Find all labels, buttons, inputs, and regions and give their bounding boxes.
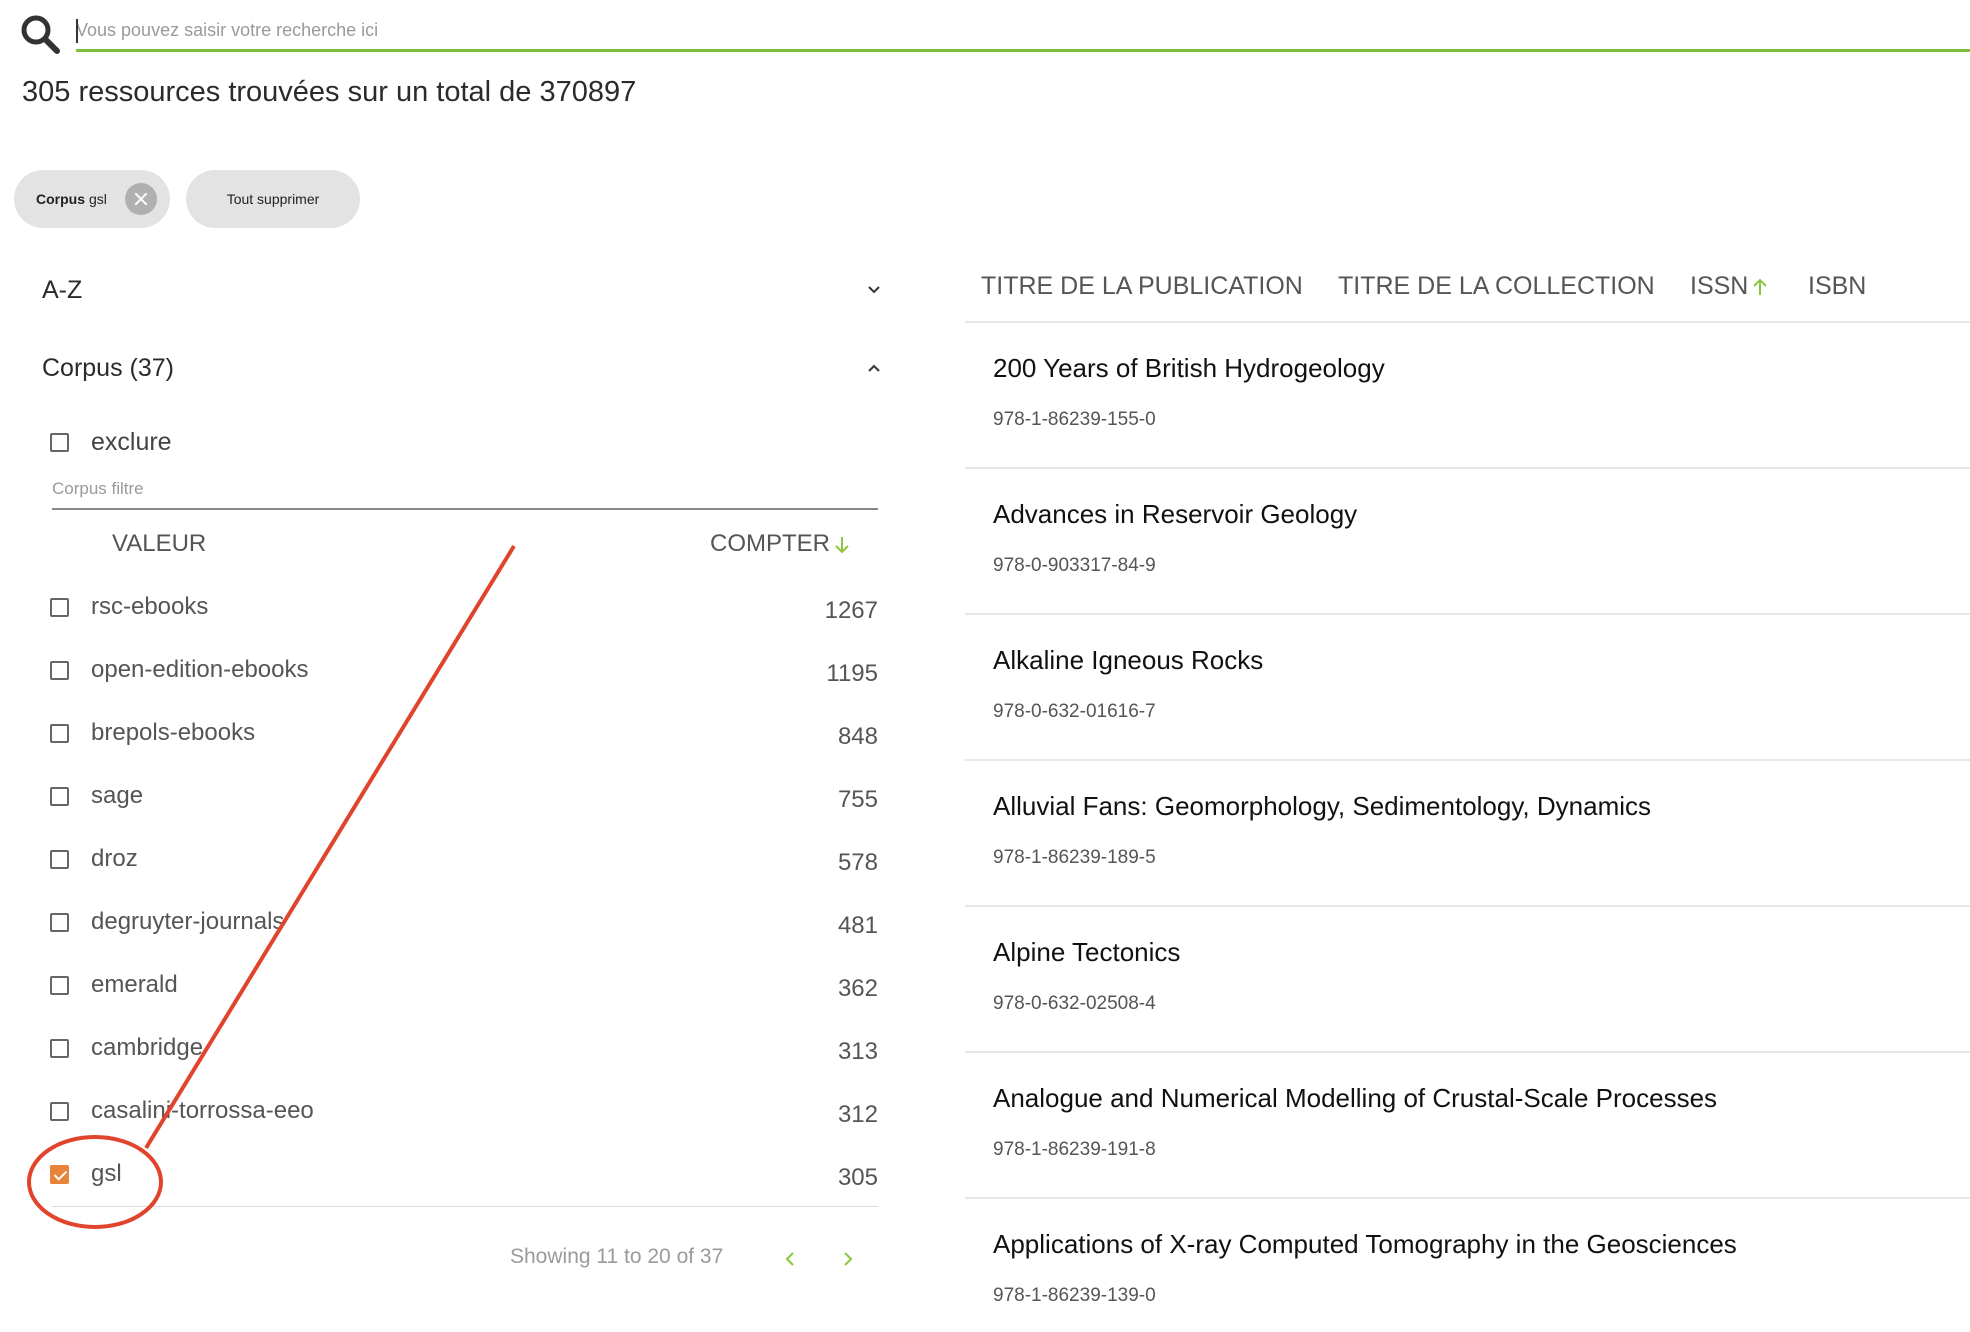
arrow-down-icon <box>835 536 849 554</box>
arrow-up-icon <box>1753 278 1768 296</box>
facet-checkbox[interactable] <box>50 724 69 743</box>
facet-az-label: A-Z <box>42 276 83 304</box>
facet-checkbox[interactable] <box>50 976 69 995</box>
table-row[interactable]: 200 Years of British Hydrogeology 978-1-8… <box>965 323 1970 469</box>
result-isbn: 978-0-632-01616-7 <box>993 701 1156 722</box>
table-row[interactable]: Alluvial Fans: Geomorphology, Sedimentol… <box>965 761 1970 907</box>
facet-checkbox[interactable] <box>50 598 69 617</box>
chip-key: Corpus <box>36 191 85 207</box>
column-header-value[interactable]: VALEUR <box>112 530 206 558</box>
column-header-isbn[interactable]: ISBN <box>1808 272 1866 301</box>
clear-all-button[interactable]: Tout supprimer <box>186 170 360 228</box>
active-filter-chip: Corpus gsl <box>14 170 170 228</box>
facet-item-count: 755 <box>837 786 878 813</box>
chevron-down-icon <box>868 286 880 294</box>
facet-az-header[interactable]: A-Z <box>42 276 882 316</box>
result-isbn: 978-1-86239-139-0 <box>993 1285 1156 1306</box>
facet-item-label: cambridge <box>91 1034 204 1061</box>
result-title-link[interactable]: Alluvial Fans: Geomorphology, Sedimentol… <box>993 791 1651 822</box>
exclude-label: exclure <box>91 428 172 456</box>
facet-item[interactable]: sage 755 <box>50 782 878 822</box>
column-header-count[interactable]: COMPTER <box>710 530 850 558</box>
facet-checkbox[interactable] <box>50 850 69 869</box>
result-title-link[interactable]: Alkaline Igneous Rocks <box>993 645 1263 676</box>
result-isbn: 978-1-86239-189-5 <box>993 847 1156 868</box>
facet-item-count: 312 <box>837 1101 878 1128</box>
chevron-up-icon <box>868 364 880 372</box>
divider <box>52 1206 878 1207</box>
close-icon[interactable] <box>125 183 157 215</box>
facet-item[interactable]: emerald 362 <box>50 971 878 1011</box>
search-input[interactable] <box>76 12 1970 52</box>
facet-item[interactable]: cambridge 313 <box>50 1034 878 1074</box>
facet-corpus-label: Corpus (37) <box>42 354 174 382</box>
facet-item-count: 1195 <box>826 660 878 687</box>
result-title-link[interactable]: Analogue and Numerical Modelling of Crus… <box>993 1083 1717 1114</box>
result-title-link[interactable]: Applications of X-ray Computed Tomograph… <box>993 1229 1737 1260</box>
column-header-publication[interactable]: TITRE DE LA PUBLICATION <box>981 272 1303 301</box>
facet-checkbox[interactable] <box>50 1165 69 1184</box>
facet-item-label: gsl <box>91 1160 122 1187</box>
facet-item-count: 313 <box>837 1038 878 1065</box>
chevron-right-icon[interactable] <box>838 1248 858 1270</box>
table-row[interactable]: Alpine Tectonics 978-0-632-02508-4 <box>965 907 1970 1053</box>
facet-item-label: rsc-ebooks <box>91 593 209 620</box>
facet-item[interactable]: degruyter-journals 481 <box>50 908 878 948</box>
column-header-collection[interactable]: TITRE DE LA COLLECTION <box>1338 272 1655 301</box>
table-row[interactable]: Advances in Reservoir Geology 978-0-90331… <box>965 469 1970 615</box>
table-row[interactable]: Alkaline Igneous Rocks 978-0-632-01616-7 <box>965 615 1970 761</box>
result-title-link[interactable]: Advances in Reservoir Geology <box>993 499 1357 530</box>
result-isbn: 978-1-86239-155-0 <box>993 409 1156 430</box>
facet-checkbox[interactable] <box>50 913 69 932</box>
table-row[interactable]: Analogue and Numerical Modelling of Crus… <box>965 1053 1970 1199</box>
facet-item[interactable]: rsc-ebooks 1267 <box>50 593 878 633</box>
facet-item[interactable]: brepols-ebooks 848 <box>50 719 878 759</box>
facet-item-count: 1267 <box>824 597 878 624</box>
facet-checkbox[interactable] <box>50 1102 69 1121</box>
chip-value: gsl <box>89 191 107 207</box>
exclude-checkbox[interactable] <box>50 433 69 452</box>
column-header-count-label: COMPTER <box>710 530 830 557</box>
search-icon[interactable] <box>18 12 62 56</box>
facet-item-count: 848 <box>837 723 878 750</box>
result-title-link[interactable]: Alpine Tectonics <box>993 937 1180 968</box>
facet-item[interactable]: gsl 305 <box>50 1160 878 1200</box>
facet-item[interactable]: casalini-torrossa-eeo 312 <box>50 1097 878 1137</box>
facet-checkbox[interactable] <box>50 1039 69 1058</box>
results-summary: 305 ressources trouvées sur un total de … <box>22 76 637 108</box>
facet-item-count: 578 <box>837 849 878 876</box>
corpus-filter-input[interactable] <box>52 476 878 510</box>
facet-item-count: 481 <box>837 912 878 939</box>
search-bar <box>0 0 1970 60</box>
facet-item-count: 362 <box>837 975 878 1002</box>
facet-item-count: 305 <box>837 1164 878 1191</box>
facet-item[interactable]: droz 578 <box>50 845 878 885</box>
column-header-issn[interactable]: ISSN <box>1690 272 1768 301</box>
facet-checkbox[interactable] <box>50 787 69 806</box>
column-header-issn-label: ISSN <box>1690 272 1749 300</box>
facet-item-label: droz <box>91 845 138 872</box>
text-caret <box>76 19 78 43</box>
pager-status: Showing 11 to 20 of 37 <box>510 1245 724 1268</box>
facet-item-label: casalini-torrossa-eeo <box>91 1097 314 1124</box>
table-row[interactable]: Applications of X-ray Computed Tomograph… <box>965 1199 1970 1332</box>
facet-item-label: brepols-ebooks <box>91 719 256 746</box>
facet-item-label: degruyter-journals <box>91 908 285 935</box>
facet-item[interactable]: open-edition-ebooks 1195 <box>50 656 878 696</box>
facet-item-label: emerald <box>91 971 178 998</box>
result-isbn: 978-0-632-02508-4 <box>993 993 1156 1014</box>
facet-item-label: sage <box>91 782 144 809</box>
chevron-left-icon[interactable] <box>780 1248 800 1270</box>
facet-checkbox[interactable] <box>50 661 69 680</box>
result-isbn: 978-1-86239-191-8 <box>993 1139 1156 1160</box>
facet-item-label: open-edition-ebooks <box>91 656 309 683</box>
result-title-link[interactable]: 200 Years of British Hydrogeology <box>993 353 1385 384</box>
facet-corpus-header[interactable]: Corpus (37) <box>42 354 882 394</box>
exclude-option[interactable]: exclure <box>50 428 450 458</box>
result-isbn: 978-0-903317-84-9 <box>993 555 1156 576</box>
